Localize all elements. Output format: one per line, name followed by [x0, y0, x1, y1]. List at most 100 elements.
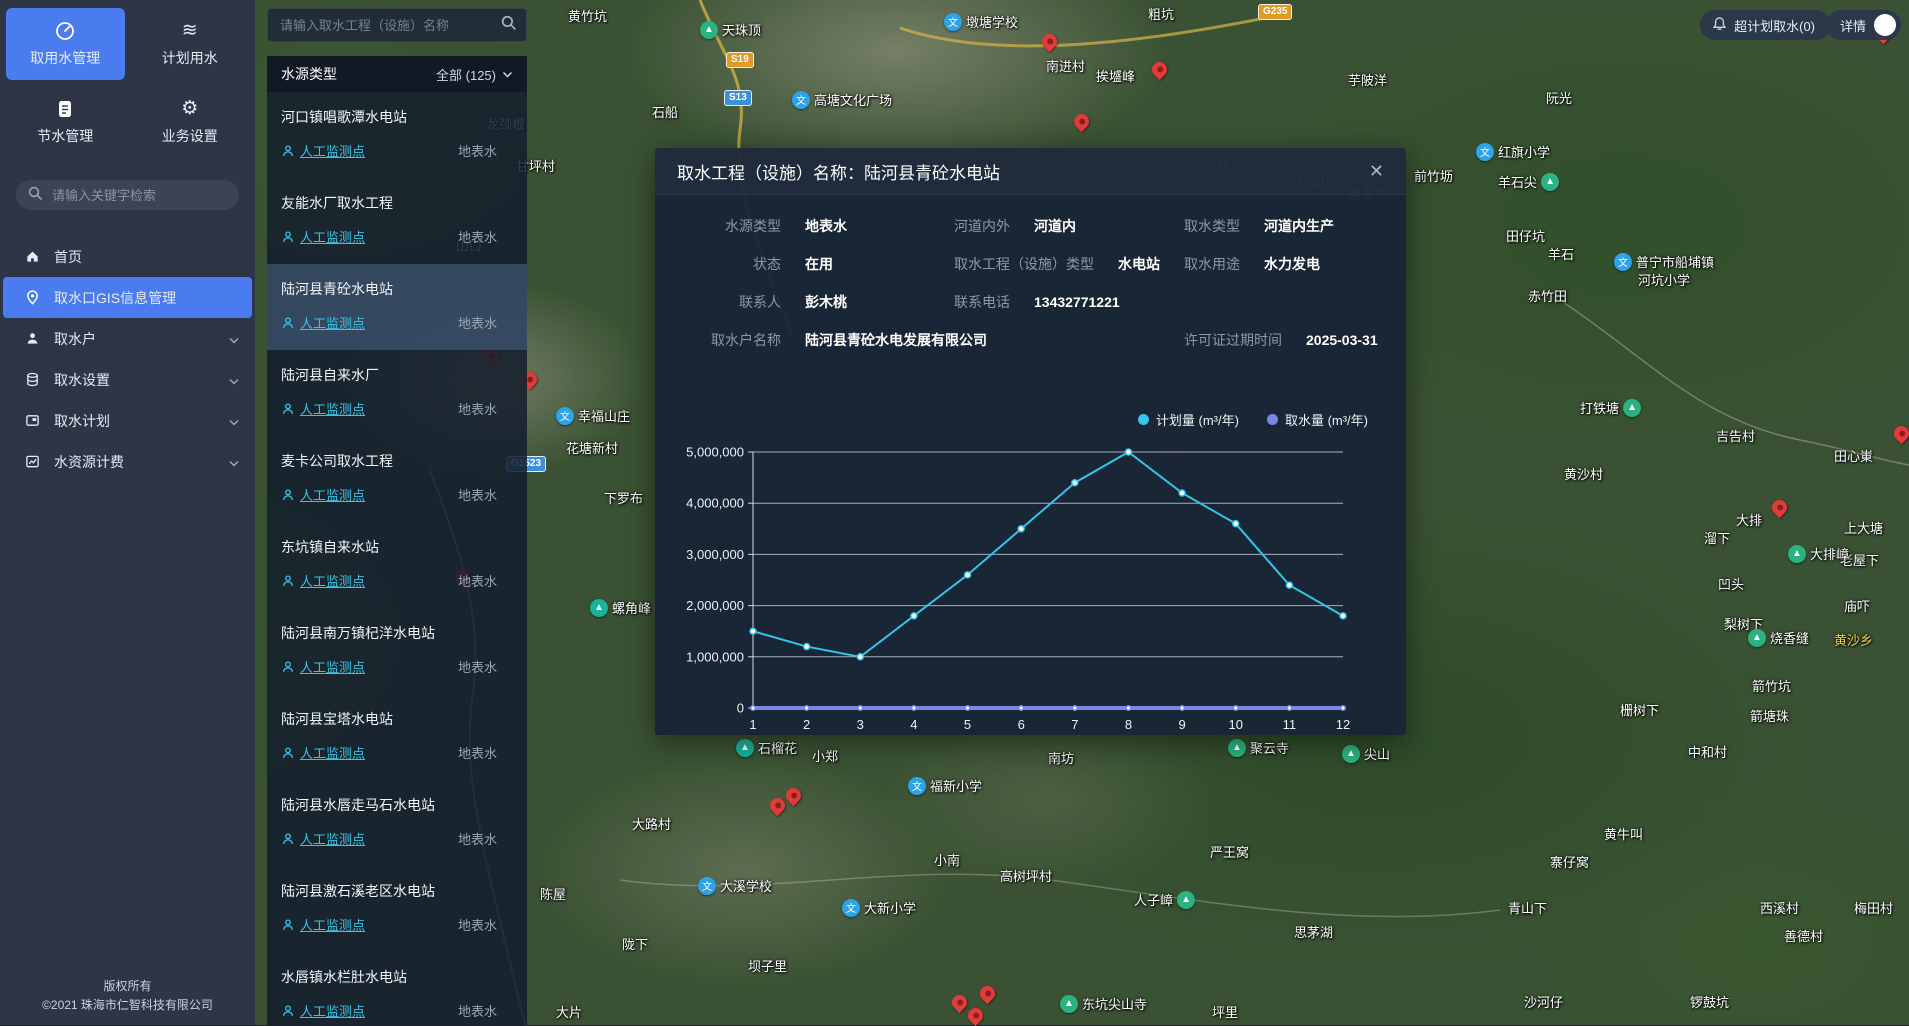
chevron-down-icon	[229, 372, 239, 388]
over-plan-intake-button[interactable]: 超计划取水(0)	[1700, 10, 1831, 40]
map-label: 凹头	[1718, 574, 1744, 593]
monitor-link[interactable]: 人工监测点	[281, 743, 365, 762]
station-list-item[interactable]: 陆河县南万镇杞洋水电站 人工监测点 地表水	[267, 608, 527, 694]
station-list-item[interactable]: 水唇镇水栏肚水电站 人工监测点 地表水	[267, 952, 527, 1025]
field-value: 地表水	[805, 216, 847, 236]
station-list-item[interactable]: 东坑镇自来水站 人工监测点 地表水	[267, 522, 527, 608]
station-meta: 人工监测点 地表水	[281, 915, 527, 934]
field-value: 在用	[805, 254, 833, 274]
map-label: 箭竹坑	[1752, 676, 1791, 695]
search-icon[interactable]	[501, 15, 516, 35]
monitor-link[interactable]: 人工监测点	[281, 485, 365, 504]
tile-planned-water[interactable]: ≋ 计划用水	[131, 8, 250, 80]
station-search-input[interactable]	[278, 17, 501, 34]
map-label-text: 寨仔窝	[1550, 852, 1589, 871]
nav-water-users[interactable]: 取水户	[0, 318, 255, 359]
station-list-item[interactable]: 陆河县自来水厂 人工监测点 地表水	[267, 350, 527, 436]
station-meta: 人工监测点 地表水	[281, 399, 527, 418]
sidebar-search-input[interactable]	[50, 187, 227, 204]
document-icon	[57, 99, 73, 119]
nav-home[interactable]: 首页	[0, 236, 255, 277]
map-label-text: 严王窝	[1210, 842, 1249, 861]
close-icon[interactable]: ✕	[1369, 162, 1384, 180]
station-meta: 人工监测点 地表水	[281, 227, 527, 246]
filter-label: 水源类型	[281, 64, 337, 84]
map-pin-school-icon: 文	[944, 13, 962, 31]
nav-intake-settings[interactable]: 取水设置	[0, 359, 255, 400]
map-label-text: 前竹坜	[1414, 166, 1453, 185]
map-pin-green-icon: ▲	[1342, 745, 1360, 763]
monitor-link[interactable]: 人工监测点	[281, 141, 365, 160]
nav-gis-info[interactable]: 取水口GIS信息管理	[3, 277, 252, 318]
station-name: 河口镇唱歌潭水电站	[281, 107, 527, 127]
map-pin-green-icon: ▲	[1623, 399, 1641, 417]
svg-text:2: 2	[803, 717, 810, 732]
road-badge: G235	[1258, 4, 1292, 20]
map-label: ▲聚云寺	[1228, 738, 1289, 757]
map-label-text: 溜下	[1704, 528, 1730, 547]
map-label: 严王窝	[1210, 842, 1249, 861]
map-label-text: 粗坑	[1148, 4, 1174, 23]
toggle-knob[interactable]	[1874, 14, 1896, 36]
station-list-item[interactable]: 陆河县宝塔水电站 人工监测点 地表水	[267, 694, 527, 780]
map-pin-green-icon: ▲	[1060, 995, 1078, 1013]
map-label: 坪里	[1212, 1002, 1238, 1021]
map-label-text: 凹头	[1718, 574, 1744, 593]
tile-business-settings[interactable]: ⚙ 业务设置	[131, 86, 250, 158]
field-value: 水力发电	[1264, 254, 1320, 274]
detail-toggle[interactable]: 详情	[1826, 10, 1901, 40]
map-label: 前竹坜	[1414, 166, 1453, 185]
map-label-text: 大排嶂	[1810, 544, 1849, 563]
station-meta: 人工监测点 地表水	[281, 485, 527, 504]
monitor-label: 人工监测点	[300, 571, 365, 590]
filter-value: 全部 (125)	[436, 65, 496, 84]
map-pin-teal-icon: ▲	[736, 739, 754, 757]
copyright: 版权所有 ©2021 珠海市仁智科技有限公司	[0, 977, 255, 1015]
source-type-filter: 水源类型 全部 (125)	[267, 56, 527, 92]
map-label-text: 高树坪村	[1000, 866, 1052, 885]
map-label: 坝子里	[748, 956, 787, 975]
monitor-link[interactable]: 人工监测点	[281, 313, 365, 332]
tile-label: 计划用水	[162, 48, 218, 68]
tile-water-intake-mgmt[interactable]: 取用水管理	[6, 8, 125, 80]
map-label: 文大溪学校	[698, 876, 772, 895]
monitor-link[interactable]: 人工监测点	[281, 915, 365, 934]
monitor-link[interactable]: 人工监测点	[281, 829, 365, 848]
gauge-icon	[55, 21, 75, 41]
tile-water-saving[interactable]: 节水管理	[6, 86, 125, 158]
map-label: 田心崬	[1834, 446, 1873, 465]
station-search[interactable]	[267, 8, 527, 42]
map-label: 黄沙乡	[1834, 630, 1873, 649]
map-label-text: 善德村	[1784, 926, 1823, 945]
monitor-link[interactable]: 人工监测点	[281, 1001, 365, 1020]
station-name: 陆河县激石溪老区水电站	[281, 881, 527, 901]
water-type-label: 地表水	[458, 399, 497, 418]
field-label: 取水工程（设施）类型	[954, 254, 1094, 274]
field-cell: 河道内外河道内	[954, 213, 1076, 239]
water-type-label: 地表水	[458, 571, 497, 590]
map-label: 思茅湖	[1294, 922, 1333, 941]
map-label: 文幸福山庄	[556, 406, 630, 425]
monitor-link[interactable]: 人工监测点	[281, 399, 365, 418]
nav-intake-plan[interactable]: 取水计划	[0, 400, 255, 441]
station-list-item[interactable]: 陆河县激石溪老区水电站 人工监测点 地表水	[267, 866, 527, 952]
station-list-item[interactable]: 陆河县水唇走马石水电站 人工监测点 地表水	[267, 780, 527, 866]
water-type-label: 地表水	[458, 657, 497, 676]
map-label-text: 羊石尖	[1498, 172, 1537, 191]
copyright-line1: 版权所有	[0, 977, 255, 996]
map-label: 文普宁市船埔镇	[1614, 252, 1714, 271]
filter-dropdown[interactable]: 全部 (125)	[436, 65, 513, 84]
map-label: 大路村	[632, 814, 671, 833]
monitor-link[interactable]: 人工监测点	[281, 657, 365, 676]
sidebar-search[interactable]	[16, 180, 239, 210]
nav-water-billing[interactable]: 水资源计费	[0, 441, 255, 482]
monitor-link[interactable]: 人工监测点	[281, 571, 365, 590]
station-list-item[interactable]: 河口镇唱歌潭水电站 人工监测点 地表水	[267, 92, 527, 178]
station-list-item[interactable]: 陆河县青砼水电站 人工监测点 地表水	[267, 264, 527, 350]
intake-chart: 01,000,0002,000,0003,000,0004,000,0005,0…	[665, 400, 1396, 734]
svg-text:5: 5	[964, 717, 971, 732]
station-list-item[interactable]: 麦卡公司取水工程 人工监测点 地表水	[267, 436, 527, 522]
monitor-link[interactable]: 人工监测点	[281, 227, 365, 246]
map-label-text: 黄竹坑	[568, 6, 607, 25]
station-list-item[interactable]: 友能水厂取水工程 人工监测点 地表水	[267, 178, 527, 264]
